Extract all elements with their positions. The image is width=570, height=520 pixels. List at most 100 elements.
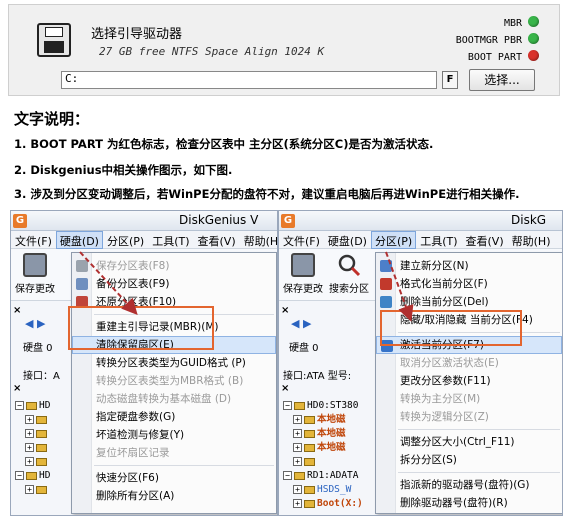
status-bootmgr-pbr: BOOTMGR PBR (456, 32, 539, 49)
magnifier-icon (337, 253, 361, 277)
partition-menu-item[interactable]: 删除驱动器号(盘符)(R) (376, 494, 562, 512)
menu-partition[interactable]: 分区(P) (370, 231, 417, 249)
disk-menu-item: 动态磁盘转换为基本磁盘 (D) (96, 393, 232, 405)
status-green-dot-icon (528, 33, 539, 44)
partition-menu-item[interactable]: 更改分区参数(F11) (376, 372, 562, 390)
menu-disk[interactable]: 硬盘(D) (55, 231, 103, 249)
title-bar: G DiskGenius V (11, 211, 277, 231)
close-panel-icon[interactable]: × (13, 383, 21, 394)
f-button[interactable]: F (442, 71, 458, 89)
save-icon (76, 260, 88, 272)
delete-icon (380, 296, 392, 308)
browse-button[interactable]: 选择... (469, 69, 535, 91)
close-panel-icon[interactable]: × (281, 305, 289, 316)
status-boot-part: BOOT PART (456, 49, 539, 66)
disk-menu-item[interactable]: 备份分区表(F9) (72, 275, 276, 293)
partition-menu-item: 取消分区激活状态(E) (400, 357, 499, 369)
menu-tools[interactable]: 工具(T) (416, 231, 461, 249)
menu-bar: 文件(F)硬盘(D)分区(P)工具(T)查看(V)帮助(H) (11, 231, 277, 249)
tree-row[interactable]: − HD0:ST380 (283, 399, 363, 413)
menu-view[interactable]: 查看(V) (194, 231, 240, 249)
tree-row[interactable]: − RD1:ADATA (283, 469, 363, 483)
diskgenius-window-disk-menu: G DiskGenius V 文件(F) 硬盘(D) 分区(P) 工具(T) 查看(V)… (10, 210, 278, 516)
highlight-box-disk (68, 306, 214, 350)
menu-separator (398, 429, 560, 430)
disk-menu-item[interactable]: 坏道检测与修复(Y) (72, 426, 276, 444)
partition-menu-item: 转换为主分区(M) (400, 393, 481, 405)
drive-info: 27 GB free NTFS Space Align 1024 K (99, 45, 325, 58)
disk-menu-item[interactable]: 指定硬盘参数(G) (72, 408, 276, 426)
menu-tools[interactable]: 工具(T) (148, 231, 193, 249)
window-title: DiskG (511, 213, 547, 227)
menu-help[interactable]: 帮助(H) (508, 231, 555, 249)
menu-help[interactable]: 帮助(H) (240, 231, 277, 249)
close-panel-icon[interactable]: × (281, 383, 289, 394)
disk-label: 硬盘 0 (23, 343, 53, 354)
description-line-3: 3. 涉及到分区变动调整后，若WinPE分配的盘符不对，建议重启电脑后再进Win… (14, 187, 520, 201)
interface-label: 接口：A (23, 371, 60, 382)
save-changes-button[interactable]: 保存更改 (15, 253, 55, 295)
disk-menu-item[interactable]: 快速分区(F6) (72, 469, 276, 487)
tree-row[interactable]: + (15, 413, 50, 427)
title-bar: G DiskG (279, 211, 562, 231)
description-line-2: 2. Diskgenius中相关操作图示，如下图. (14, 163, 233, 177)
status-green-dot-icon (528, 16, 539, 27)
nav-arrows-icon[interactable]: ◀ ▶ (25, 317, 45, 330)
partition-menu-item[interactable]: 指派新的驱动器号(盘符)(G) (376, 476, 562, 494)
highlight-box-partition (380, 310, 522, 346)
status-red-dot-icon (528, 50, 539, 61)
save-changes-button[interactable]: 保存更改 (283, 253, 323, 295)
tree-row[interactable]: − HD (15, 469, 50, 483)
floppy-disk-icon (37, 23, 71, 57)
save-disk-icon (23, 253, 47, 277)
partition-menu-item: 转换为逻辑分区(Z) (400, 411, 489, 423)
tree-row[interactable]: + 本地磁 (283, 427, 363, 441)
menu-disk[interactable]: 硬盘(D) (324, 231, 371, 249)
boot-drive-title: 选择引导驱动器 (91, 27, 183, 42)
tree-row[interactable]: + 本地磁 (283, 441, 363, 455)
disk-label: 硬盘 0 (289, 343, 319, 354)
tree-row[interactable]: + 本地磁 (283, 413, 363, 427)
menu-file[interactable]: 文件(F) (11, 231, 56, 249)
tree-row[interactable]: + (15, 427, 50, 441)
description-heading: 文字说明： (14, 110, 90, 128)
status-mbr: MBR (456, 15, 539, 32)
tree-row[interactable]: − HD (15, 399, 50, 413)
new-partition-icon (380, 260, 392, 272)
disk-menu-item: 转换分区表类型为MBR格式 (B) (96, 375, 244, 387)
tree-row[interactable]: + Boot(X:) (283, 497, 363, 511)
partition-menu-item[interactable]: 删除当前分区(Del) (376, 293, 562, 311)
disk-menu-item: 复位坏扇区记录 (96, 447, 170, 459)
partition-dropdown-menu: 建立新分区(N) 格式化当前分区(F) 删除当前分区(Del) 隐藏/取消隐藏 当前分… (375, 252, 562, 514)
interface-label: 接口:ATA 型号: (283, 371, 352, 382)
diskgenius-app-icon: G (281, 214, 295, 228)
tree-row[interactable]: + (15, 441, 50, 455)
menu-partition[interactable]: 分区(P) (103, 231, 148, 249)
search-partition-button[interactable]: 搜索分区 (329, 253, 369, 295)
partition-menu-item[interactable]: 拆分分区(S) (376, 451, 562, 469)
partition-menu-item[interactable]: 建立新分区(N) (376, 257, 562, 275)
tree-row[interactable]: + (15, 455, 50, 469)
disk-menu-item[interactable]: 删除所有分区(A) (72, 487, 276, 505)
backup-icon (76, 278, 88, 290)
close-panel-icon[interactable]: × (13, 305, 21, 316)
menu-view[interactable]: 查看(V) (462, 231, 508, 249)
disk-tree: − HD0:ST380 + 本地磁 + 本地磁 + 本地磁 + − RD1:ADATA +… (283, 399, 363, 511)
window-title: DiskGenius V (179, 213, 259, 227)
description-line-1: 1. BOOT PART 为红色标志，检查分区表中 主分区(系统分区C)是否为激… (14, 137, 434, 151)
boot-path-input[interactable]: C: (61, 71, 437, 89)
boot-drive-panel: 选择引导驱动器 27 GB free NTFS Space Align 1024… (8, 4, 560, 96)
save-disk-icon (291, 253, 315, 277)
disk-dropdown-menu: 保存分区表(F8) 备份分区表(F9) 还原分区表(F10) 重建主引导记录(MBR)… (71, 252, 277, 514)
format-icon (380, 278, 392, 290)
disk-menu-item[interactable]: 转换分区表类型为GUID格式 (P) (72, 354, 276, 372)
tree-row[interactable]: + (283, 455, 363, 469)
diskgenius-app-icon: G (13, 214, 27, 228)
partition-menu-item[interactable]: 格式化当前分区(F) (376, 275, 562, 293)
tree-row[interactable]: + (15, 483, 50, 497)
partition-menu-item[interactable]: 调整分区大小(Ctrl_F11) (376, 433, 562, 451)
diskgenius-window-partition-menu: G DiskG 文件(F) 硬盘(D) 分区(P) 工具(T) 查看(V) 帮助(H) 保… (278, 210, 563, 516)
menu-file[interactable]: 文件(F) (279, 231, 324, 249)
tree-row[interactable]: + HSDS_W (283, 483, 363, 497)
nav-arrows-icon[interactable]: ◀ ▶ (291, 317, 311, 330)
